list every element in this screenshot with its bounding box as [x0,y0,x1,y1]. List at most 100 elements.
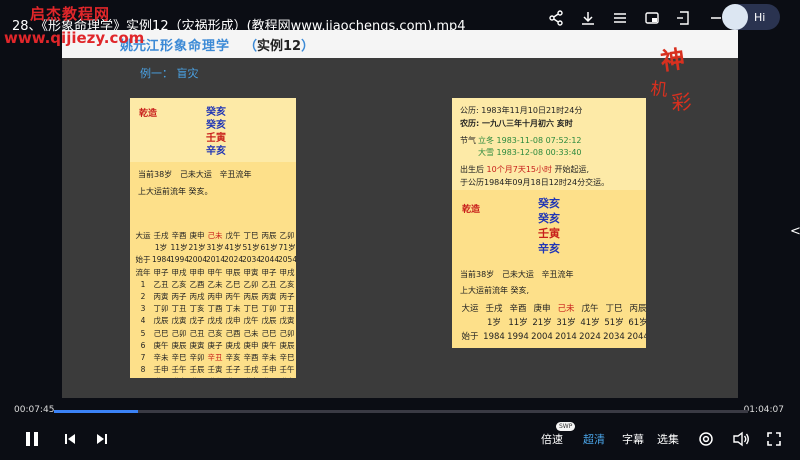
left-table-cell: 大运 [135,231,151,240]
download-icon[interactable] [578,8,598,28]
jieqi-2: 大雪 1983-12-08 00:33:40 [478,148,582,157]
right-table-cell: 2004 [531,332,553,342]
subtitle-button[interactable]: 字幕 [622,431,644,447]
left-table-cell: 甲申 [189,267,205,277]
right-table-cell: 2014 [555,332,577,342]
left-table-cell: 丁丑 [171,304,187,314]
left-table-cell: 己丑 [189,328,205,338]
share-icon[interactable] [546,8,566,28]
left-table-row: 2 丙寅 丙子 丙戌 丙申 丙午 丙辰 丙寅 丙子 [134,291,296,303]
speed-button[interactable]: 倍速 [541,431,563,447]
left-table-cell: 己酉 [225,328,241,338]
left-table-cell: 辛未 [261,352,277,362]
svg-text:神: 神 [659,44,687,76]
video-frame[interactable]: 姚元江： 形象命理学 （实例12） 例一： 盲灾 神 机 彩 乾造 癸亥 癸亥 … [62,30,738,398]
left-table-cell: 癸未 [278,376,296,378]
previous-icon[interactable] [62,430,78,448]
side-collapse-handle[interactable]: < [790,224,800,239]
left-table-cell: 庚午 [261,340,277,350]
left-table-cell: 戊寅 [279,316,295,326]
left-table-cell: 己巳 [261,328,277,338]
right-table-cell: 庚申 [533,304,551,314]
right-table-row: 大运壬戌辛酉庚申己未戊午丁巳丙辰乙卯 [458,302,646,316]
left-table-cell: 51岁 [242,243,260,253]
left-table-cell: 癸未 [170,376,188,378]
pip-icon[interactable] [642,8,662,28]
episodes-button[interactable]: 选集 [657,431,679,447]
current-time: 00:07:45 [14,405,55,415]
left-table-cell: 己未 [243,328,259,338]
right-table-cell: 丙辰 [629,304,646,314]
left-table-cell: 甲戌 [171,267,187,277]
left-table-cell: 乙丑 [153,279,169,289]
left-table-cell: 庚戌 [225,340,241,350]
left-table-cell: 乙巳 [225,279,241,289]
left-table-cell: 1984 [152,255,172,265]
progress-bar[interactable] [54,410,748,413]
left-table-cell: 丁卯 [153,304,169,314]
left-table-cell: 始于 [135,255,151,265]
left-table-cell: 丙子 [171,291,187,301]
left-table-row: 1岁 11岁 21岁 31岁 41岁 51岁 61岁 71岁 [134,242,296,254]
right-pillars: 癸亥 癸亥 壬寅 辛亥 [538,197,560,255]
left-table-cell: 戊午 [225,231,241,240]
left-table-cell: 癸卯 [206,376,224,378]
left-table-cell: 丙寅 [153,291,169,301]
left-table-cell: 丁巳 [243,231,259,240]
left-table-cell: 壬午 [171,365,187,375]
left-table-cell: 3 [140,304,146,314]
right-table-cell: 41岁 [580,318,600,328]
left-table-cell: 甲寅 [243,267,259,277]
left-table-cell: 乙未 [207,279,223,289]
left-table-cell: 2044 [260,255,280,265]
left-table-cell: 壬寅 [207,365,223,375]
float-window-icon[interactable] [674,8,694,28]
left-table-cell: 乙丑 [261,279,277,289]
left-table-cell: 1994 [170,255,190,265]
right-table-cell: 戊午 [581,304,599,314]
left-table-cell [134,242,152,254]
left-table-cell: 丁丑 [279,304,295,314]
volume-icon[interactable] [730,428,752,450]
left-table-cell: 辛未 [153,352,169,362]
fullscreen-icon[interactable] [764,428,784,450]
left-table-cell: 9 [134,376,152,378]
left-table-cell: 41岁 [224,243,242,253]
left-table-cell: 戊戌 [207,316,223,326]
left-table-cell: 甲戌 [279,267,295,277]
left-table-cell: 戊辰 [261,316,277,326]
left-table-cell: 丁巳 [243,304,259,314]
left-table-cell: 2 [140,291,146,301]
left-table-cell: 7 [140,352,146,362]
left-table-cell: 2024 [224,255,244,265]
left-table-cell: 丙戌 [189,291,205,301]
settings-icon[interactable] [696,428,716,450]
left-table-cell: 丁酉 [207,304,223,314]
left-table-cell: 庚申 [189,231,205,240]
left-table-cell: 庚寅 [189,340,205,350]
user-avatar-button[interactable]: Hi [722,4,780,30]
menu-icon[interactable] [610,8,630,28]
left-table-cell: 辛卯 [189,352,205,362]
left-table-cell: 丙辰 [261,231,277,240]
right-table-cell [458,316,482,330]
left-table-cell: 丙辰 [243,291,259,301]
left-table-cell: 壬子 [225,365,241,375]
right-table-cell: 辛酉 [509,304,527,314]
left-table-cell: 1岁 [154,243,168,253]
quality-button[interactable]: 超清 [583,431,605,447]
right-table-cell: 大运 [461,304,479,314]
right-table-row: 1岁11岁21岁31岁41岁51岁61岁71岁 [458,316,646,330]
right-table-cell: 21岁 [532,318,552,328]
left-table-cell: 戊申 [225,316,241,326]
slide-header: 姚元江： 形象命理学 （实例12） [62,30,738,58]
next-icon[interactable] [94,430,110,448]
left-table-row: 始于 1984 1994 2004 2014 2024 2034 2044 2054 [134,254,297,266]
pause-button[interactable] [22,428,42,450]
left-table-row: 8 壬申 壬午 壬辰 壬寅 壬子 壬戌 壬申 壬午 [134,364,296,376]
left-table-cell: 庚午 [153,340,169,350]
right-table-cell: 1994 [507,332,529,342]
left-table-cell: 壬申 [153,365,169,375]
right-table-cell: 2044 [627,332,646,342]
left-table-cell: 乙酉 [189,279,205,289]
